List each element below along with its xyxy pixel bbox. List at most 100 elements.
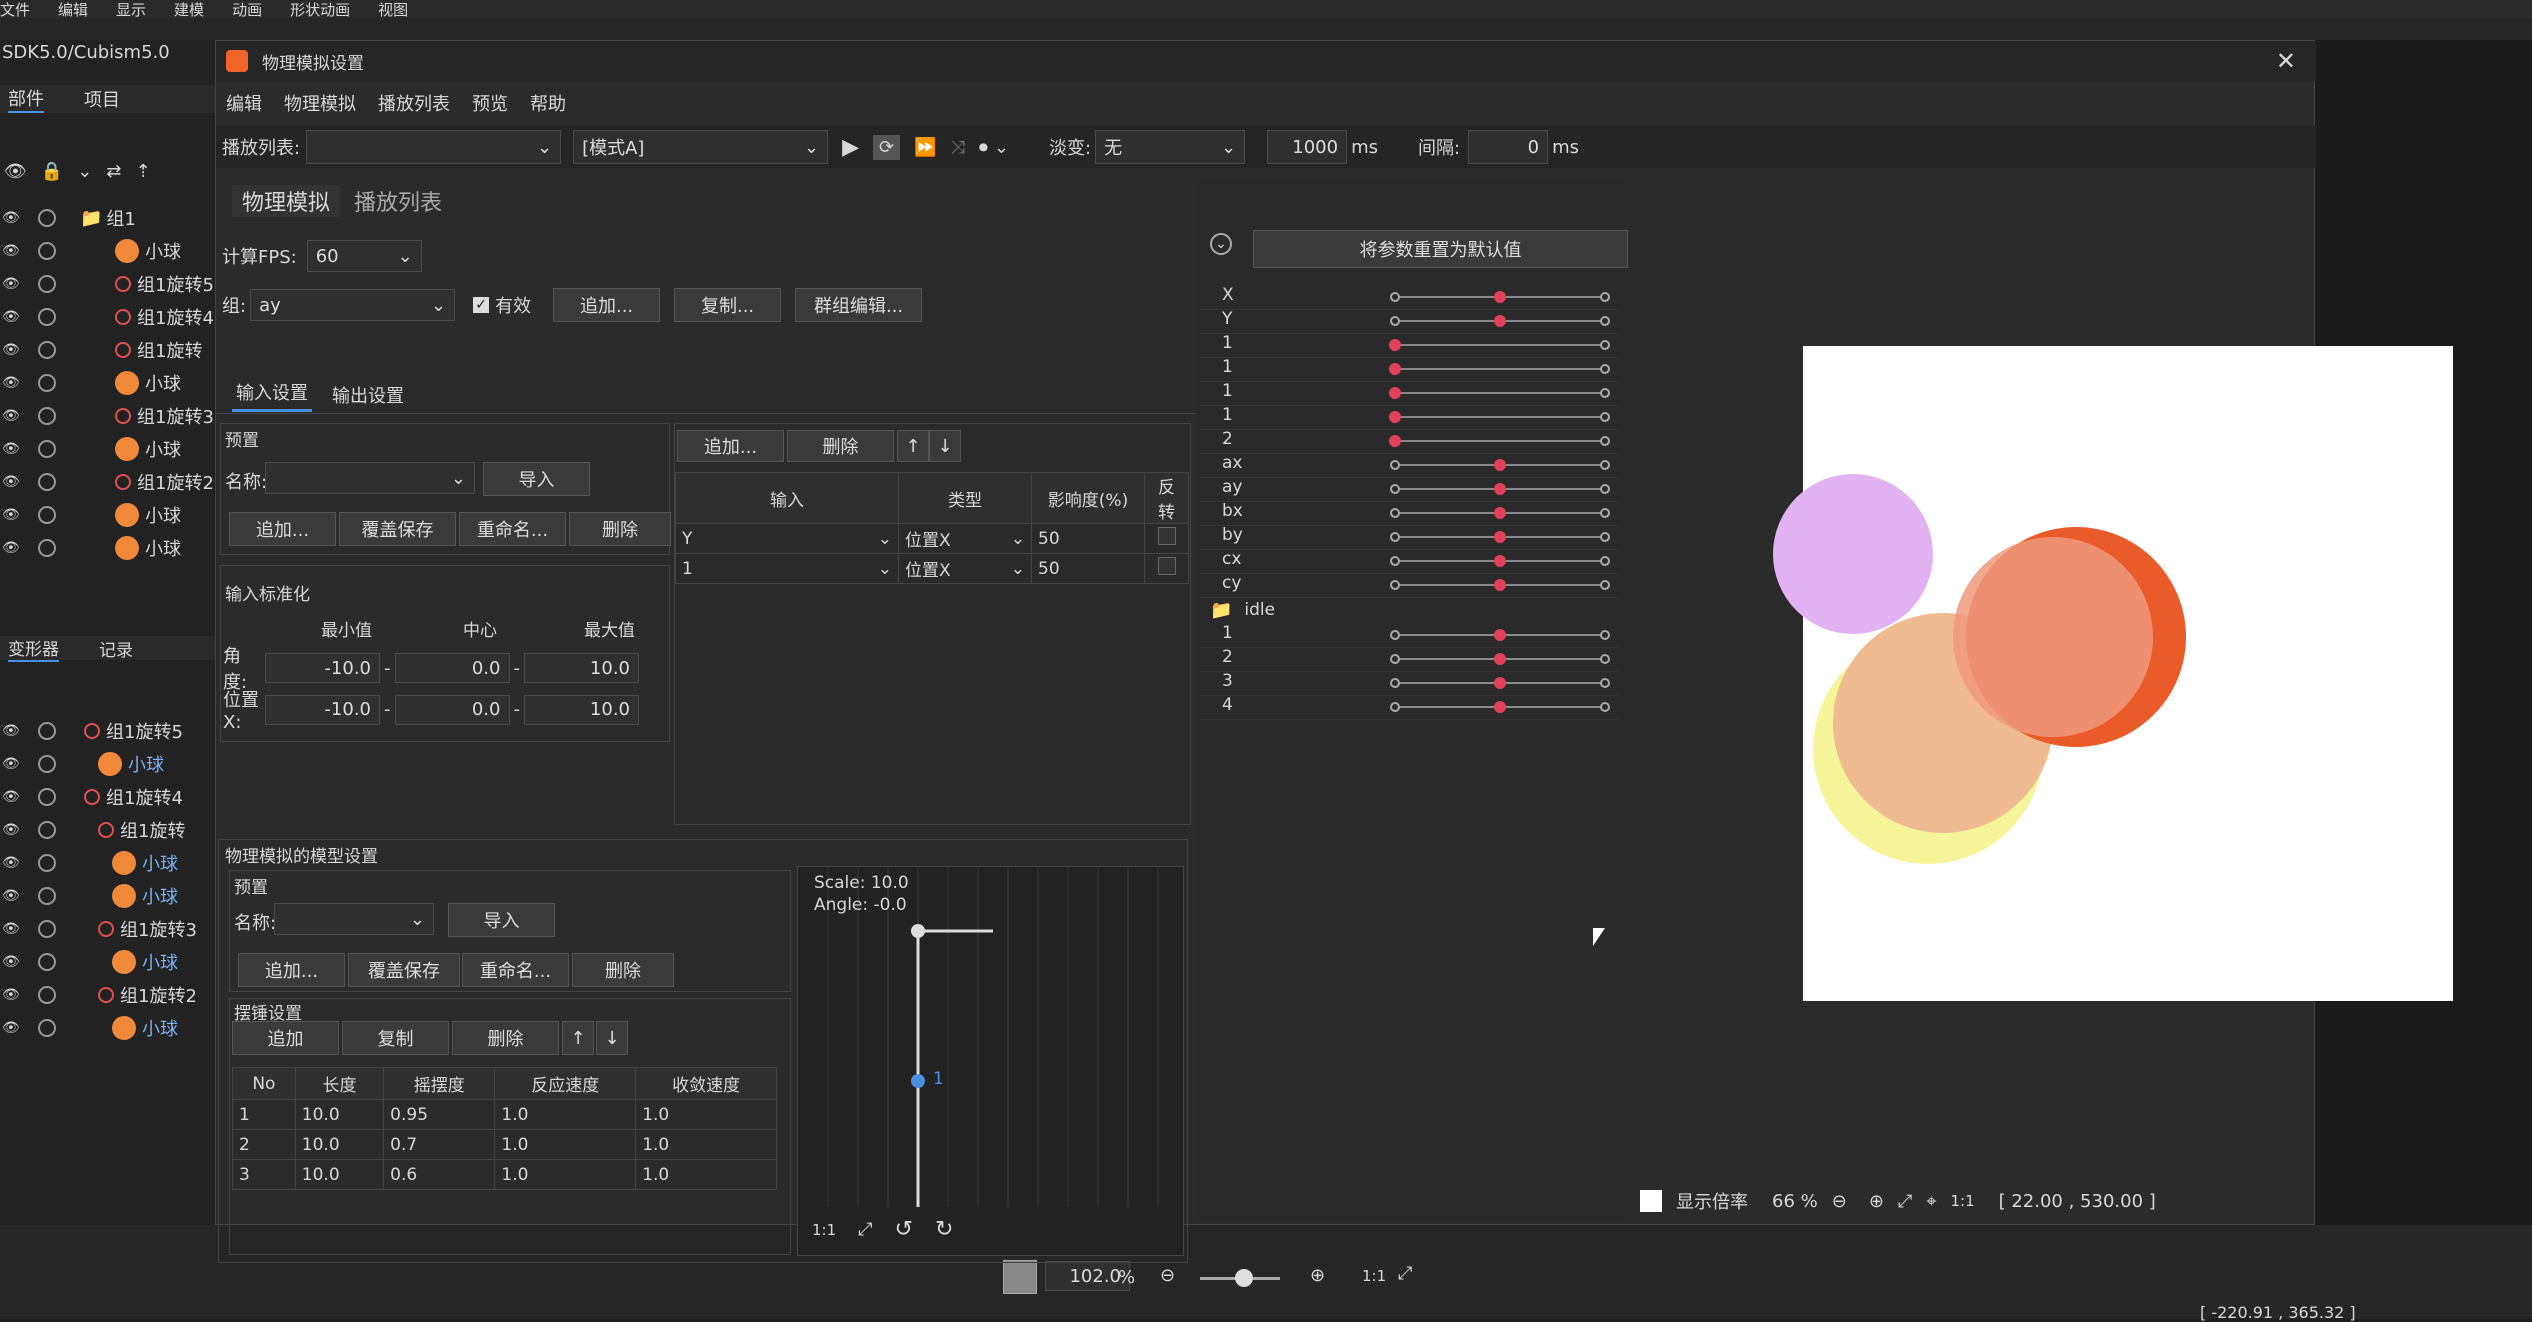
collapse-icon[interactable]: ⌄	[1210, 233, 1232, 255]
tree-item[interactable]: 👁 组1旋转3	[0, 401, 215, 431]
preset-rename-button[interactable]: 重命名...	[459, 512, 566, 546]
dialog-menu-preview[interactable]: 预览	[472, 90, 508, 116]
eye-icon[interactable]: 👁	[2, 822, 20, 838]
preset-import-button[interactable]: 导入	[483, 462, 590, 496]
param-value-handle[interactable]	[1389, 387, 1401, 399]
record-menu-chevron-icon[interactable]: ⌄	[994, 137, 1009, 158]
group-edit-button[interactable]: 群组编辑...	[795, 288, 923, 322]
posx-max-input[interactable]: 10.0	[524, 694, 639, 725]
circle-toggle-icon[interactable]	[38, 209, 56, 227]
circle-toggle-icon[interactable]	[38, 440, 56, 458]
param-row[interactable]: Y	[1200, 309, 1620, 334]
angle-center-input[interactable]: 0.0	[394, 653, 510, 683]
eye-icon[interactable]: 👁	[4, 161, 27, 182]
param-row[interactable]: ay	[1200, 477, 1620, 502]
table-cell[interactable]: 0.6	[383, 1159, 496, 1190]
param-value-handle[interactable]	[1389, 435, 1401, 447]
param-row[interactable]: 2	[1200, 647, 1620, 672]
param-value-handle[interactable]	[1494, 531, 1506, 543]
table-cell[interactable]: 1.0	[635, 1159, 777, 1190]
circle-toggle-icon[interactable]	[38, 473, 56, 491]
preview-one-to-one-button[interactable]: 1:1	[1950, 1192, 1974, 1210]
circle-toggle-icon[interactable]	[38, 275, 56, 293]
tab-physics[interactable]: 物理模拟	[232, 185, 341, 217]
loop-icon[interactable]: ⟳	[873, 134, 901, 160]
tab-project[interactable]: 项目	[84, 86, 120, 112]
type-cell[interactable]: 位置X ⌄	[898, 523, 1032, 554]
pendulum-preview[interactable]: Scale: 10.0 Angle: -0.0 1 1:1 ⤢ ↺ ↻	[797, 866, 1184, 1256]
tree-item[interactable]: 👁 组1旋转4	[0, 782, 215, 812]
eye-icon[interactable]: 👁	[2, 987, 20, 1003]
circle-toggle-icon[interactable]	[38, 539, 56, 557]
table-cell[interactable]: 2	[232, 1129, 296, 1160]
menu-animation[interactable]: 动画	[232, 0, 262, 20]
menu-file[interactable]: 文件	[0, 0, 30, 20]
zoom-in-icon[interactable]: ⊕	[1310, 1265, 1325, 1286]
table-row[interactable]: 3 10.0 0.6 1.0 1.0	[232, 1159, 777, 1190]
param-row[interactable]: X	[1200, 285, 1620, 310]
record-icon[interactable]: ⏺	[979, 137, 988, 158]
preset-delete-button[interactable]: 删除	[569, 512, 671, 546]
circle-toggle-icon[interactable]	[38, 986, 56, 1004]
eye-icon[interactable]: 👁	[2, 441, 20, 457]
table-row[interactable]: Y ⌄ 位置X ⌄ 50	[675, 523, 1189, 554]
tree-item[interactable]: 👁 📁 组1	[0, 203, 215, 233]
crosshair-icon[interactable]: ⌖	[1926, 1191, 1936, 1212]
tree-item[interactable]: 👁 小球	[0, 236, 215, 266]
input-cell[interactable]: 1 ⌄	[675, 553, 899, 584]
eye-icon[interactable]: 👁	[2, 954, 20, 970]
model-overwrite-button[interactable]: 覆盖保存	[348, 953, 460, 987]
input-down-button[interactable]: ↓	[929, 430, 961, 462]
model-name-select[interactable]: ⌄	[274, 903, 434, 935]
tab-history[interactable]: 记录	[99, 636, 133, 661]
circle-toggle-icon[interactable]	[38, 341, 56, 359]
param-row[interactable]: ax	[1200, 453, 1620, 478]
input-add-button[interactable]: 追加...	[677, 430, 784, 462]
model-delete-button[interactable]: 删除	[572, 953, 674, 987]
param-slider-track[interactable]	[1395, 344, 1605, 346]
input-cell[interactable]: Y ⌄	[675, 523, 899, 554]
circle-toggle-icon[interactable]	[38, 788, 56, 806]
table-row[interactable]: 1 ⌄ 位置X ⌄ 50	[675, 553, 1189, 584]
tree-item[interactable]: 👁 小球	[0, 881, 215, 911]
tree-item[interactable]: 👁 小球	[0, 500, 215, 530]
param-row[interactable]: 1	[1200, 405, 1620, 430]
circle-toggle-icon[interactable]	[38, 407, 56, 425]
model-import-button[interactable]: 导入	[448, 903, 555, 937]
param-slider-track[interactable]	[1395, 392, 1605, 394]
table-cell[interactable]: 10.0	[294, 1129, 385, 1160]
circle-toggle-icon[interactable]	[38, 755, 56, 773]
param-row[interactable]: 3	[1200, 671, 1620, 696]
eye-icon[interactable]: 👁	[2, 243, 20, 259]
menu-view[interactable]: 视图	[378, 0, 408, 20]
model-add-button[interactable]: 追加...	[238, 953, 345, 987]
posx-min-input[interactable]: -10.0	[265, 694, 380, 725]
rotate-left-icon[interactable]: ↺	[895, 1217, 913, 1242]
param-folder[interactable]: 📁 idle	[1200, 597, 1620, 623]
param-value-handle[interactable]	[1494, 315, 1506, 327]
param-value-handle[interactable]	[1389, 339, 1401, 351]
eye-icon[interactable]: 👁	[2, 921, 20, 937]
table-row[interactable]: 1 10.0 0.95 1.0 1.0	[232, 1099, 777, 1130]
menu-modeling[interactable]: 建模	[174, 0, 204, 20]
play-icon[interactable]: ▶	[842, 135, 859, 160]
param-row[interactable]: by	[1200, 525, 1620, 550]
table-cell[interactable]: 1	[232, 1099, 296, 1130]
influence-cell[interactable]: 50	[1031, 553, 1145, 584]
circle-toggle-icon[interactable]	[38, 920, 56, 938]
fit-view-icon[interactable]: ⤢	[858, 1219, 872, 1240]
tree-item[interactable]: 👁 小球	[0, 368, 215, 398]
menu-edit[interactable]: 编辑	[58, 0, 88, 20]
table-cell[interactable]: 1.0	[494, 1159, 637, 1190]
one-to-one-button[interactable]: 1:1	[1362, 1267, 1386, 1285]
tree-item[interactable]: 👁 小球	[0, 1013, 215, 1043]
tree-item[interactable]: 👁 组1旋转5	[0, 716, 215, 746]
duration-input[interactable]: 1000	[1267, 130, 1348, 164]
param-value-handle[interactable]	[1494, 483, 1506, 495]
param-value-handle[interactable]	[1494, 459, 1506, 471]
dialog-menu-physics[interactable]: 物理模拟	[284, 90, 356, 116]
eye-icon[interactable]: 👁	[2, 507, 20, 523]
table-cell[interactable]: 1.0	[494, 1099, 637, 1130]
eye-icon[interactable]: 👁	[2, 855, 20, 871]
param-row[interactable]: 1	[1200, 623, 1620, 648]
